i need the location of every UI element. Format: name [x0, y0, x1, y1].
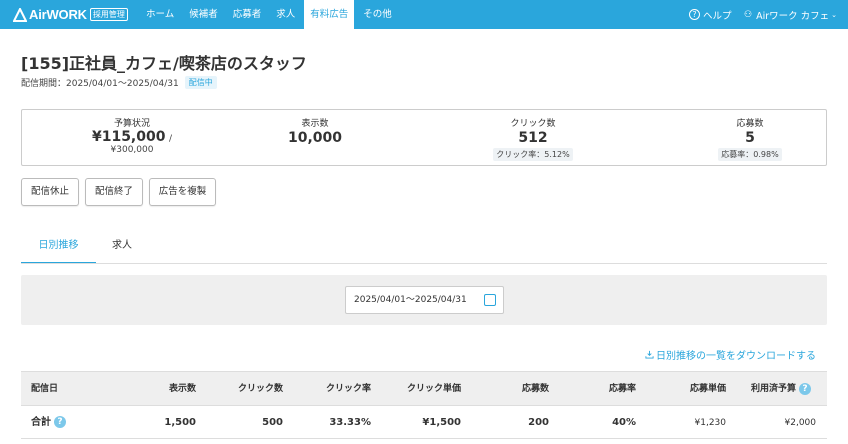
- col-application-rate[interactable]: 応募率: [581, 372, 636, 406]
- total-clicks: 500: [262, 417, 283, 428]
- total-label: 合計: [31, 417, 51, 428]
- stat-application-rate: 応募率：0.98%: [718, 148, 782, 161]
- tab-jobs[interactable]: 求人: [98, 238, 146, 264]
- pause-button[interactable]: 配信休止: [21, 178, 79, 206]
- page-title: [155]正社員_カフェ/喫茶店のスタッフ: [21, 54, 307, 73]
- total-impressions: 1,500: [164, 417, 196, 428]
- nav-jobs[interactable]: 求人: [270, 0, 301, 29]
- main-nav: ホーム 候補者 応募者 求人 有料広告 その他: [140, 0, 401, 29]
- account-menu[interactable]: ⚇ Airワーク カフェ ⌄: [744, 0, 837, 29]
- download-label: 日別推移の一覧をダウンロードする: [656, 351, 816, 362]
- logo-text: AirWORK: [29, 7, 87, 22]
- tabs-divider: [21, 263, 827, 264]
- ad-period: 配信期間：2025/04/01〜2025/04/31 配信中: [21, 76, 217, 89]
- total-label-cell: 合計?: [31, 406, 66, 440]
- nav-home[interactable]: ホーム: [140, 0, 180, 29]
- end-button[interactable]: 配信終了: [85, 178, 143, 206]
- total-application-rate: 40%: [612, 417, 636, 428]
- duplicate-button[interactable]: 広告を複製: [149, 178, 216, 206]
- status-badge: 配信中: [184, 76, 217, 89]
- col-used-budget: 利用済予算?: [751, 372, 812, 406]
- stat-budget: 予算状況 ¥115,000 / ¥300,000: [62, 116, 202, 155]
- stat-applications: 応募数 5 応募率：0.98%: [690, 116, 810, 161]
- col-clicks[interactable]: クリック数: [221, 372, 283, 406]
- date-filter-panel: 2025/04/01〜2025/04/31: [21, 275, 827, 325]
- airwork-logo-icon: [13, 7, 27, 22]
- account-label: Airワーク カフェ: [756, 10, 830, 22]
- period-text: 配信期間：2025/04/01〜2025/04/31: [21, 79, 179, 89]
- chevron-down-icon: ⌄: [831, 10, 838, 19]
- stat-budget-label: 予算状況: [113, 119, 150, 129]
- help-question-icon[interactable]: ?: [799, 382, 812, 395]
- date-range-input[interactable]: 2025/04/01〜2025/04/31: [345, 286, 504, 314]
- help-link[interactable]: ? ヘルプ: [689, 0, 732, 29]
- tab-daily-trend[interactable]: 日別推移: [21, 238, 96, 264]
- stat-applications-value: 5: [745, 130, 755, 146]
- col-used-budget-label: 利用済予算: [751, 384, 797, 394]
- download-icon: [645, 350, 654, 359]
- nav-applicants[interactable]: 応募者: [227, 0, 268, 29]
- nav-other[interactable]: その他: [357, 0, 398, 29]
- total-cpc: ¥1,500: [422, 417, 461, 428]
- stat-budget-slash: /: [168, 134, 173, 144]
- help-label: ヘルプ: [703, 10, 732, 22]
- stat-clicks: クリック数 512 クリック率：5.12%: [473, 116, 593, 161]
- table-header: 配信日 表示数 クリック数 クリック率 クリック単価 応募数 応募率 応募単価 …: [21, 371, 827, 405]
- stat-impressions-label: 表示数: [301, 119, 329, 129]
- nav-candidates[interactable]: 候補者: [183, 0, 224, 29]
- stat-budget-total: ¥300,000: [110, 145, 154, 155]
- logo-badge: 採用管理: [89, 8, 128, 21]
- col-applications[interactable]: 応募数: [491, 372, 549, 406]
- app-logo[interactable]: AirWORK 採用管理: [13, 7, 128, 22]
- col-cpa[interactable]: 応募単価: [661, 372, 726, 406]
- stat-impressions-value: 10,000: [287, 130, 343, 146]
- stats-panel: 予算状況 ¥115,000 / ¥300,000 表示数 10,000 クリック…: [21, 109, 827, 166]
- stat-impressions: 表示数 10,000: [265, 116, 365, 146]
- col-date: 配信日: [31, 384, 59, 394]
- total-applications: 200: [528, 417, 549, 428]
- total-used-budget: ¥2,000: [784, 418, 817, 428]
- help-question-icon[interactable]: ?: [54, 416, 66, 428]
- col-click-rate[interactable]: クリック率: [311, 372, 371, 406]
- help-icon: ?: [689, 9, 700, 20]
- total-cpa: ¥1,230: [694, 418, 727, 428]
- stat-clicks-label: クリック数: [510, 119, 556, 129]
- total-click-rate: 33.33%: [329, 417, 371, 428]
- stat-clicks-value: 512: [518, 130, 548, 146]
- top-nav-bar: AirWORK 採用管理 ホーム 候補者 応募者 求人 有料広告 その他 ? ヘ…: [0, 0, 848, 29]
- user-icon: ⚇: [744, 9, 753, 20]
- stat-applications-label: 応募数: [736, 119, 764, 129]
- col-cpc[interactable]: クリック単価: [391, 372, 461, 406]
- table-row-total: 合計? 1,500 500 33.33% ¥1,500 200 40% ¥1,2…: [21, 405, 827, 439]
- stat-budget-value: ¥115,000: [91, 129, 166, 145]
- col-impressions[interactable]: 表示数: [141, 372, 196, 406]
- date-range-value: 2025/04/01〜2025/04/31: [354, 295, 467, 305]
- calendar-icon: [484, 294, 496, 306]
- stat-budget-value-line: ¥115,000 /: [62, 129, 202, 145]
- nav-paid-ads[interactable]: 有料広告: [304, 0, 355, 29]
- stat-click-rate: クリック率：5.12%: [493, 148, 573, 161]
- download-link[interactable]: 日別推移の一覧をダウンロードする: [645, 347, 816, 362]
